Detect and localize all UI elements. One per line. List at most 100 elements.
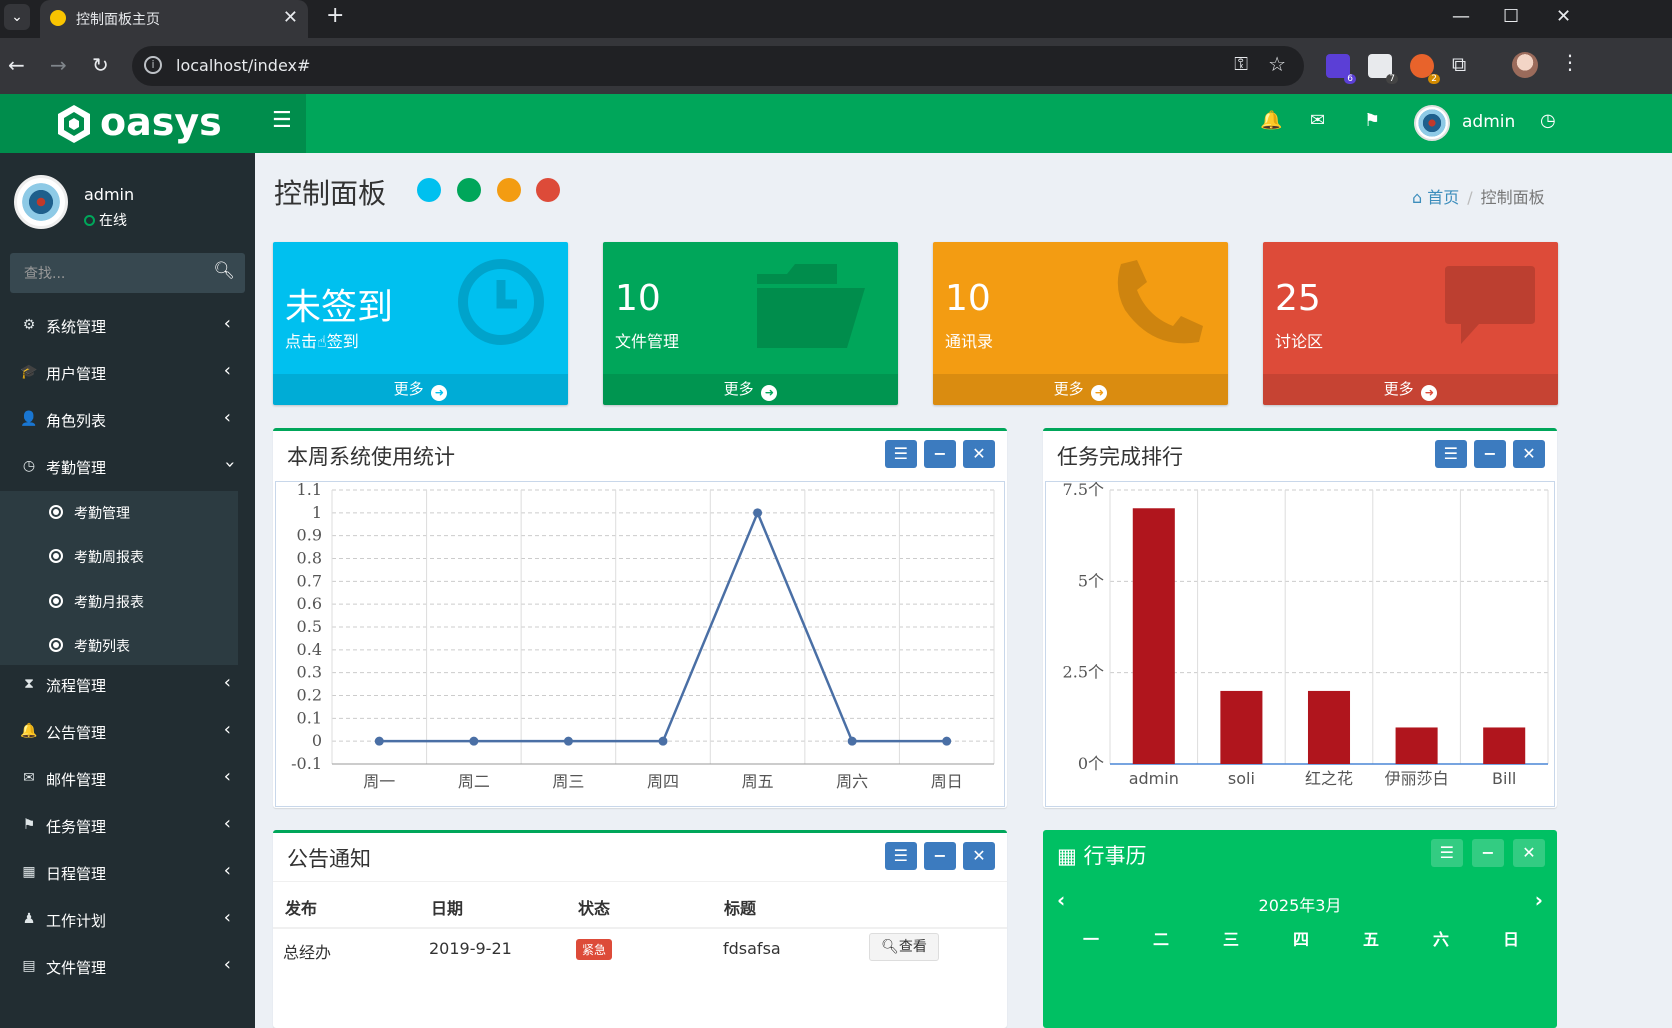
phone-icon (1117, 260, 1203, 344)
box-menu-button[interactable]: ☰ (1430, 839, 1463, 867)
box-collapse-button[interactable]: − (1473, 440, 1506, 468)
box-menu-button[interactable]: ☰ (884, 842, 917, 870)
arrow-circle-right-icon: ➜ (1421, 385, 1438, 401)
browser-tab-bar: ⌄ 控制面板主页 ✕ + — ☐ ✕ (0, 0, 1672, 38)
y-tick-label: 0.6 (297, 594, 322, 613)
box-close-button[interactable]: ✕ (963, 440, 995, 468)
sidebar-item-attendance[interactable]: ◷ 考勤管理 ‹ (0, 444, 255, 490)
address-bar[interactable]: i localhost/index# ⚿ ☆ (132, 46, 1304, 86)
sidebar-item-system[interactable]: ⚙ 系统管理 ‹ (0, 303, 255, 349)
more-link[interactable]: 更多 ➜ (1263, 374, 1558, 405)
new-tab-button[interactable]: + (326, 3, 344, 28)
calendar-next-icon[interactable]: › (1535, 888, 1543, 912)
skin-green-dot[interactable] (457, 178, 481, 202)
stat-label: 通讯录 (945, 332, 994, 351)
stat-box-signin[interactable]: 未签到 点击☝签到 更多 ➜ (273, 242, 568, 405)
more-link[interactable]: 更多 ➜ (273, 374, 568, 405)
y-tick-label: 0.4 (297, 640, 322, 659)
view-button[interactable]: 🔍︎查看 (869, 933, 939, 961)
browser-tab[interactable]: 控制面板主页 ✕ (40, 0, 308, 38)
chevron-down-icon: ‹ (218, 460, 240, 469)
stat-box-forum[interactable]: 25 讨论区 更多 ➜ (1263, 242, 1558, 405)
search-icon[interactable]: 🔍︎ (213, 261, 235, 281)
sidebar-item-process[interactable]: ⧗ 流程管理 ‹ (0, 662, 255, 708)
password-key-icon[interactable]: ⚿ (1234, 54, 1248, 75)
app-header: oasys ☰ 🔔 ✉ ⚑ admin ◷ (0, 94, 1672, 153)
tab-close-icon[interactable]: ✕ (283, 7, 298, 28)
browser-menu-icon[interactable]: ⋮ (1560, 50, 1580, 74)
stat-box-files[interactable]: 10 文件管理 更多 ➜ (603, 242, 898, 405)
sidebar-item-files[interactable]: ▤ 文件管理 ‹ (0, 944, 255, 990)
skin-red-dot[interactable] (536, 178, 560, 202)
calendar-icon: ▦ (1057, 844, 1077, 868)
x-tick-label: 周一 (363, 772, 395, 791)
box-menu-button[interactable]: ☰ (1434, 440, 1467, 468)
tasks-flag-icon[interactable]: ⚑ (1364, 110, 1380, 131)
site-info-icon[interactable]: i (144, 56, 162, 74)
sidebar-item-work-plan[interactable]: ♟ 工作计划 ‹ (0, 897, 255, 943)
reload-button[interactable]: ↻ (92, 53, 109, 77)
power-clock-icon[interactable]: ◷ (1540, 110, 1556, 131)
box-title: 公告通知 (287, 847, 371, 871)
y-tick-label: 2.5个 (1063, 663, 1104, 682)
sidebar-item-tasks[interactable]: ⚑ 任务管理 ‹ (0, 803, 255, 849)
column-header-status: 状态 (578, 899, 611, 918)
extension-3-icon[interactable]: 2 (1410, 54, 1440, 84)
tab-title: 控制面板主页 (76, 12, 160, 28)
chevron-left-icon: ‹ (223, 954, 231, 975)
messages-envelope-icon[interactable]: ✉ (1310, 110, 1325, 131)
sidebar-item-schedule[interactable]: ▦ 日程管理 ‹ (0, 850, 255, 896)
box-title: 本周系统使用统计 (287, 445, 455, 469)
skin-yellow-dot[interactable] (497, 178, 521, 202)
header-user-avatar[interactable] (1414, 105, 1450, 141)
cell-date: 2019-9-21 (429, 939, 512, 958)
person-icon: ♟ (22, 911, 36, 927)
submenu-item-monthly-report[interactable]: 考勤月报表 (0, 580, 238, 624)
sidebar-item-notice[interactable]: 🔔 公告管理 ‹ (0, 709, 255, 755)
forward-button[interactable]: → (50, 53, 67, 77)
bookmark-star-icon[interactable]: ☆ (1268, 52, 1286, 76)
header-username[interactable]: admin (1462, 112, 1515, 132)
bar (1395, 727, 1438, 764)
profile-avatar[interactable] (1512, 52, 1538, 78)
box-collapse-button[interactable]: − (923, 842, 956, 870)
envelope-icon: ✉ (23, 770, 35, 786)
extensions-puzzle-icon[interactable]: ⧉ (1452, 52, 1466, 76)
sidebar-search[interactable]: 查找... 🔍︎ (10, 253, 245, 293)
box-menu-button[interactable]: ☰ (884, 440, 917, 468)
url-text[interactable]: localhost/index# (176, 56, 310, 75)
box-close-button[interactable]: ✕ (1513, 839, 1545, 867)
comment-icon (1445, 266, 1535, 344)
x-tick-label: 周三 (552, 772, 584, 791)
box-close-button[interactable]: ✕ (1513, 440, 1545, 468)
box-close-button[interactable]: ✕ (963, 842, 995, 870)
box-collapse-button[interactable]: − (923, 440, 956, 468)
sidebar-item-users[interactable]: 🎓 用户管理 ‹ (0, 350, 255, 396)
more-link[interactable]: 更多 ➜ (933, 374, 1228, 405)
sidebar-item-roles[interactable]: 👤 角色列表 ‹ (0, 397, 255, 443)
stat-box-contacts[interactable]: 10 通讯录 更多 ➜ (933, 242, 1228, 405)
submenu-item-attendance[interactable]: 考勤管理 (0, 491, 238, 535)
extension-2-icon[interactable]: 7 (1368, 54, 1398, 84)
logo-area[interactable]: oasys (0, 94, 306, 153)
sidebar-search-input[interactable]: 查找... (24, 263, 65, 283)
sidebar-toggle-icon[interactable]: ☰ (272, 108, 292, 133)
maximize-button[interactable]: ☐ (1503, 6, 1519, 27)
breadcrumb-home[interactable]: ⌂ 首页 (1412, 188, 1459, 207)
box-collapse-button[interactable]: − (1471, 839, 1504, 867)
close-window-button[interactable]: ✕ (1556, 6, 1571, 27)
sidebar-user-avatar (14, 175, 68, 229)
status-badge: 紧急 (576, 939, 613, 960)
submenu-item-weekly-report[interactable]: 考勤周报表 (0, 535, 238, 579)
more-link[interactable]: 更多 ➜ (603, 374, 898, 405)
notifications-bell-icon[interactable]: 🔔 (1260, 110, 1282, 131)
extension-1-icon[interactable]: 6 (1326, 54, 1356, 84)
back-button[interactable]: ← (8, 53, 25, 77)
usage-line-chart: 1.1 1 0.9 0.8 0.7 0.6 0.5 0.4 0.3 0.2 0.1 0 -0.1 周一 周二… (291, 480, 995, 791)
sidebar-item-mail[interactable]: ✉ 邮件管理 ‹ (0, 756, 255, 802)
sidebar-user-status: 在线 (84, 210, 127, 230)
tab-search-button[interactable]: ⌄ (4, 4, 30, 30)
folder-icon: ▤ (22, 958, 36, 974)
minimize-button[interactable]: — (1452, 6, 1470, 27)
skin-blue-dot[interactable] (417, 178, 441, 202)
